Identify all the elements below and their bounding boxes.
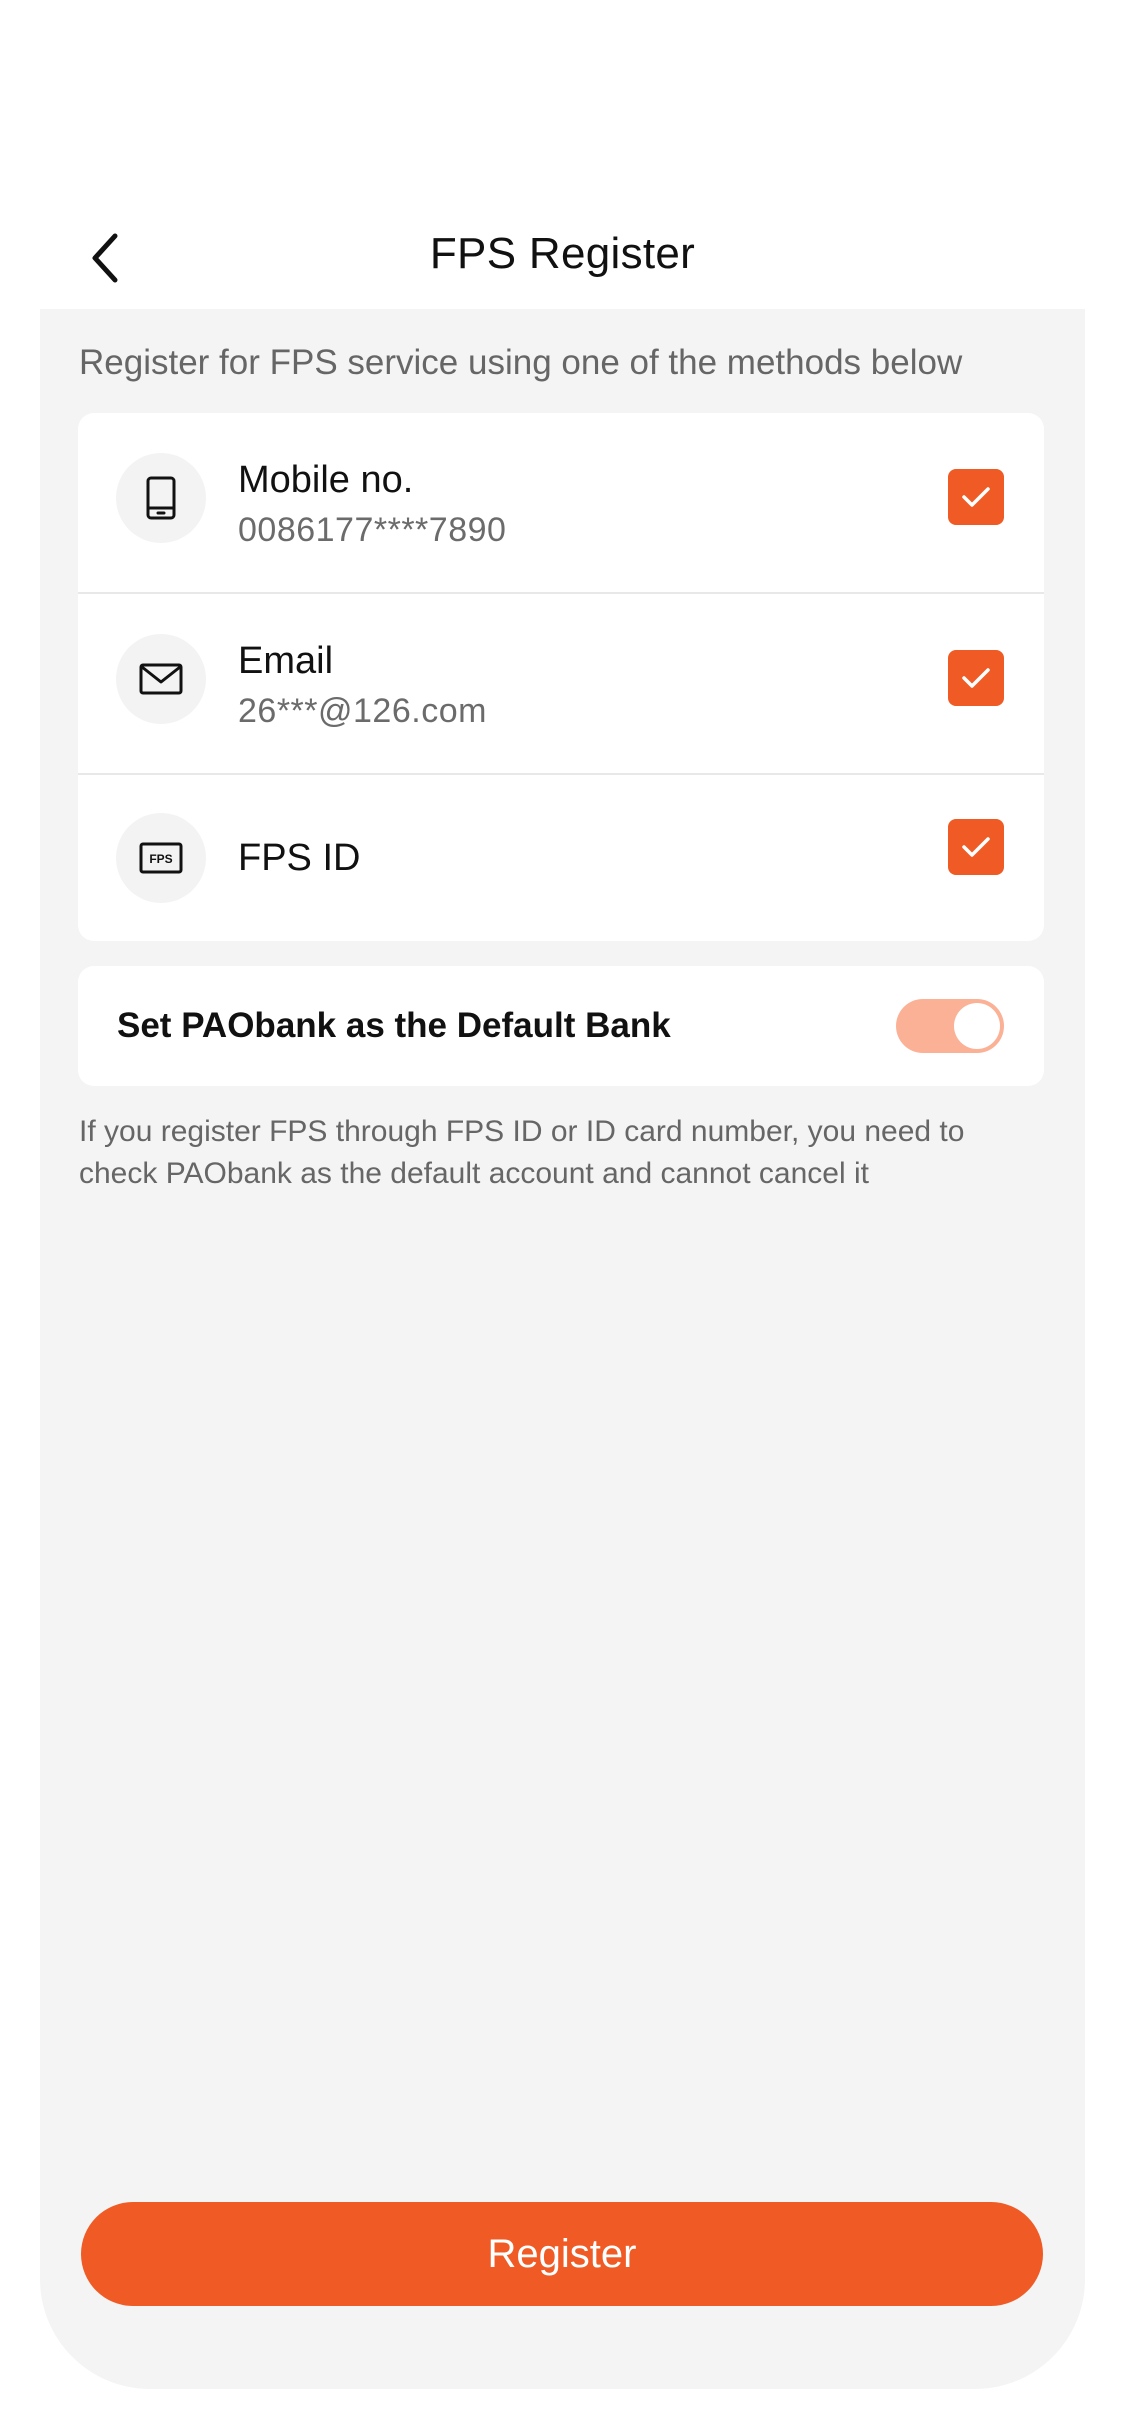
methods-list: Mobile no. 0086177****7890 Email 26***@1…: [78, 413, 1044, 941]
mail-icon-circle: [116, 634, 206, 724]
page-title: FPS Register: [429, 229, 696, 278]
mobile-checkbox[interactable]: [948, 469, 1004, 525]
default-bank-row: Set PAObank as the Default Bank: [78, 966, 1044, 1086]
method-label: Mobile no.: [238, 459, 414, 501]
fps-icon: FPS: [139, 842, 183, 874]
method-label: FPS ID: [238, 837, 361, 879]
method-label: Email: [238, 640, 334, 682]
default-bank-label: Set PAObank as the Default Bank: [117, 1006, 671, 1045]
mobile-icon: [146, 476, 176, 520]
checkmark-icon: [962, 668, 990, 688]
checkmark-icon: [962, 837, 990, 857]
method-value: 26***@126.com: [238, 692, 487, 730]
default-bank-toggle[interactable]: [896, 999, 1004, 1053]
content-panel: Register for FPS service using one of th…: [40, 309, 1085, 2389]
toggle-knob: [954, 1003, 1000, 1049]
checkmark-icon: [962, 487, 990, 507]
fps-icon-circle: FPS: [116, 813, 206, 903]
nav-bar: FPS Register: [0, 205, 1125, 309]
mail-icon: [139, 663, 183, 695]
email-checkbox[interactable]: [948, 650, 1004, 706]
method-value: 0086177****7890: [238, 511, 507, 549]
method-row-mobile[interactable]: Mobile no. 0086177****7890: [78, 413, 1044, 594]
mobile-icon-circle: [116, 453, 206, 543]
note-text: If you register FPS through FPS ID or ID…: [79, 1115, 965, 1190]
intro-text: Register for FPS service using one of th…: [79, 343, 963, 382]
register-button[interactable]: Register: [81, 2202, 1043, 2306]
method-row-email[interactable]: Email 26***@126.com: [78, 594, 1044, 775]
fps-id-checkbox[interactable]: [948, 819, 1004, 875]
method-row-fps-id[interactable]: FPS FPS ID: [78, 775, 1044, 941]
svg-text:FPS: FPS: [149, 852, 172, 866]
